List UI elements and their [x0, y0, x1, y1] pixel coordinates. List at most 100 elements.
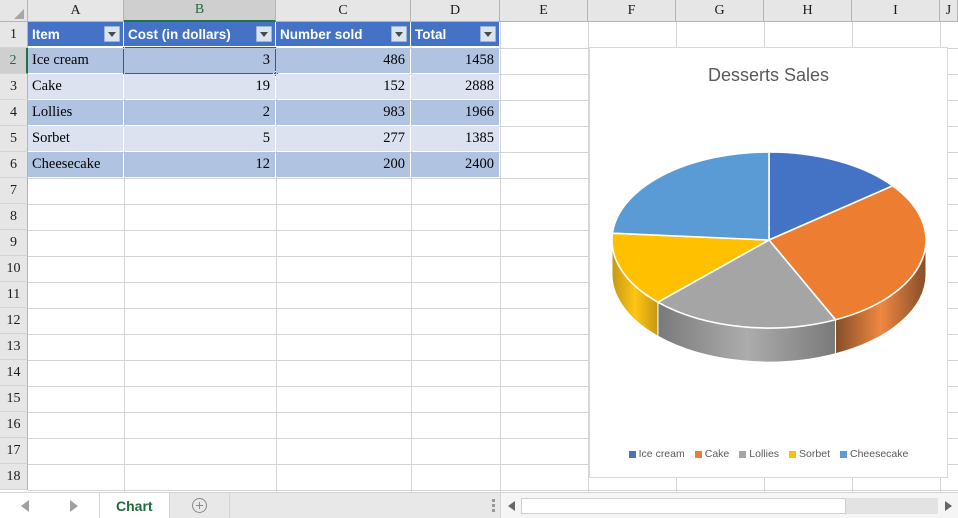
table-cell-total[interactable]: 2888: [411, 74, 499, 99]
tab-scroll-split-handle[interactable]: [486, 493, 500, 518]
row-header-bar: 1 2 3 4 5 6 7 8 9 10 11 12 13 14 15 16 17 18: [0, 22, 28, 490]
row-header-13[interactable]: 13: [0, 334, 28, 360]
excel-worksheet-window: ABCDEFGHIJ 1 2 3 4 5 6 7 8 9 10 11 12 13 14 15 16 17 18 I…: [0, 0, 958, 518]
legend-swatch-icon: [739, 450, 747, 458]
scroll-left-arrow-icon: [507, 500, 515, 511]
table-cell-number-sold[interactable]: 983: [276, 100, 410, 125]
chart-legend[interactable]: Ice cream Cake Lollies Sorbet Cheesecake: [590, 448, 947, 460]
scroll-right-arrow-icon: [944, 500, 952, 511]
table-cell-total[interactable]: 1385: [411, 126, 499, 151]
row-header-8[interactable]: 8: [0, 204, 28, 230]
legend-item-sorbet[interactable]: Sorbet: [789, 448, 830, 460]
grip-dots-icon: [491, 499, 495, 512]
table-cell-total[interactable]: 1966: [411, 100, 499, 125]
legend-swatch-icon: [628, 450, 636, 458]
table-cell-number-sold[interactable]: 486: [276, 48, 410, 73]
legend-swatch-icon: [839, 450, 847, 458]
table-cell-item[interactable]: Cheesecake: [28, 152, 123, 177]
column-header-g[interactable]: G: [676, 0, 764, 22]
horizontal-scrollbar[interactable]: [500, 493, 958, 518]
legend-item-ice-cream[interactable]: Ice cream: [628, 448, 685, 460]
column-header-i[interactable]: I: [852, 0, 940, 22]
filter-dropdown-button[interactable]: [391, 26, 407, 42]
table-header-cell[interactable]: Cost (in dollars): [124, 22, 275, 47]
table-header-cell[interactable]: Number sold: [276, 22, 410, 47]
row-header-10[interactable]: 10: [0, 256, 28, 282]
column-header-e[interactable]: E: [500, 0, 588, 22]
pie-top-faces[interactable]: [611, 151, 927, 329]
table-cell-cost[interactable]: 19: [124, 74, 275, 99]
legend-item-lollies[interactable]: Lollies: [739, 448, 779, 460]
select-all-triangle-icon: [14, 9, 24, 19]
column-header-h[interactable]: H: [764, 0, 852, 22]
table-cell-number-sold[interactable]: 152: [276, 74, 410, 99]
add-sheet-button[interactable]: [169, 493, 230, 518]
legend-item-cake[interactable]: Cake: [694, 448, 730, 460]
filter-dropdown-button[interactable]: [104, 26, 120, 42]
legend-label: Lollies: [749, 448, 780, 460]
table-cell-cost[interactable]: 2: [124, 100, 275, 125]
scroll-left-button[interactable]: [501, 493, 521, 518]
row-header-9[interactable]: 9: [0, 230, 28, 256]
sheet-tabs-list[interactable]: Chart: [100, 493, 170, 518]
row-header-14[interactable]: 14: [0, 360, 28, 386]
chevron-down-icon: [260, 31, 268, 37]
column-header-j[interactable]: J: [940, 0, 958, 22]
spreadsheet-grid[interactable]: ABCDEFGHIJ 1 2 3 4 5 6 7 8 9 10 11 12 13 14 15 16 17 18 I…: [0, 0, 958, 492]
table-cell-total[interactable]: 2400: [411, 152, 499, 177]
row-header-7[interactable]: 7: [0, 178, 28, 204]
chevron-down-icon: [395, 31, 403, 37]
pie-slice-cheesecake[interactable]: [611, 151, 770, 241]
row-header-6[interactable]: 6: [0, 152, 28, 178]
table-cell-number-sold[interactable]: 277: [276, 126, 410, 151]
table-cell-cost[interactable]: 12: [124, 152, 275, 177]
table-cell-item[interactable]: Cake: [28, 74, 123, 99]
chart-title: Desserts Sales: [707, 65, 830, 85]
column-header-a[interactable]: A: [28, 0, 124, 22]
row-header-1[interactable]: 1: [0, 22, 28, 48]
row-header-12[interactable]: 12: [0, 308, 28, 334]
horizontal-scroll-thumb[interactable]: [521, 497, 847, 514]
row-header-16[interactable]: 16: [0, 412, 28, 438]
filter-dropdown-button[interactable]: [480, 26, 496, 42]
table-header-cell[interactable]: Total: [411, 22, 499, 47]
chevron-down-icon: [484, 31, 492, 37]
table-cell-cost[interactable]: 5: [124, 126, 275, 151]
column-header-d[interactable]: D: [411, 0, 500, 22]
column-header-b[interactable]: B: [124, 0, 276, 22]
horizontal-scroll-track[interactable]: [521, 497, 938, 514]
row-header-15[interactable]: 15: [0, 386, 28, 412]
filter-dropdown-button[interactable]: [256, 26, 272, 42]
row-header-4[interactable]: 4: [0, 100, 28, 126]
legend-label: Sorbet: [799, 448, 830, 460]
row-header-18[interactable]: 18: [0, 464, 28, 490]
row-header-11[interactable]: 11: [0, 282, 28, 308]
table-cell-total[interactable]: 1458: [411, 48, 499, 73]
table-cell-item[interactable]: Sorbet: [28, 126, 123, 151]
column-header-c[interactable]: C: [276, 0, 411, 22]
next-sheet-arrow-icon[interactable]: [70, 499, 79, 512]
row-header-5[interactable]: 5: [0, 126, 28, 152]
scroll-right-button[interactable]: [938, 493, 958, 518]
row-header-17[interactable]: 17: [0, 438, 28, 464]
sheet-navigation-buttons[interactable]: [0, 493, 100, 518]
gridline-horizontal: [28, 490, 958, 491]
sheet-tab-chart[interactable]: Chart: [100, 493, 170, 518]
tab-bar-filler: [229, 493, 486, 518]
row-header-2[interactable]: 2: [0, 48, 28, 74]
select-all-corner[interactable]: [0, 0, 28, 22]
column-header-f[interactable]: F: [588, 0, 676, 22]
table-cell-cost[interactable]: 3: [124, 48, 275, 73]
table-header-cell[interactable]: Item: [28, 22, 123, 47]
table-cell-item[interactable]: Ice cream: [28, 48, 123, 73]
previous-sheet-arrow-icon[interactable]: [20, 499, 29, 512]
legend-item-cheesecake[interactable]: Cheesecake: [839, 448, 908, 460]
row-header-3[interactable]: 3: [0, 74, 28, 100]
legend-label: Cake: [704, 448, 730, 460]
pie-chart-plot-area[interactable]: [590, 110, 947, 420]
legend-swatch-icon: [789, 450, 797, 458]
table-cell-number-sold[interactable]: 200: [276, 152, 410, 177]
plus-icon: [191, 498, 207, 513]
chart-object[interactable]: Desserts Sales Ice cream Cake Lollies Sorbe…: [589, 47, 948, 478]
table-cell-item[interactable]: Lollies: [28, 100, 123, 125]
